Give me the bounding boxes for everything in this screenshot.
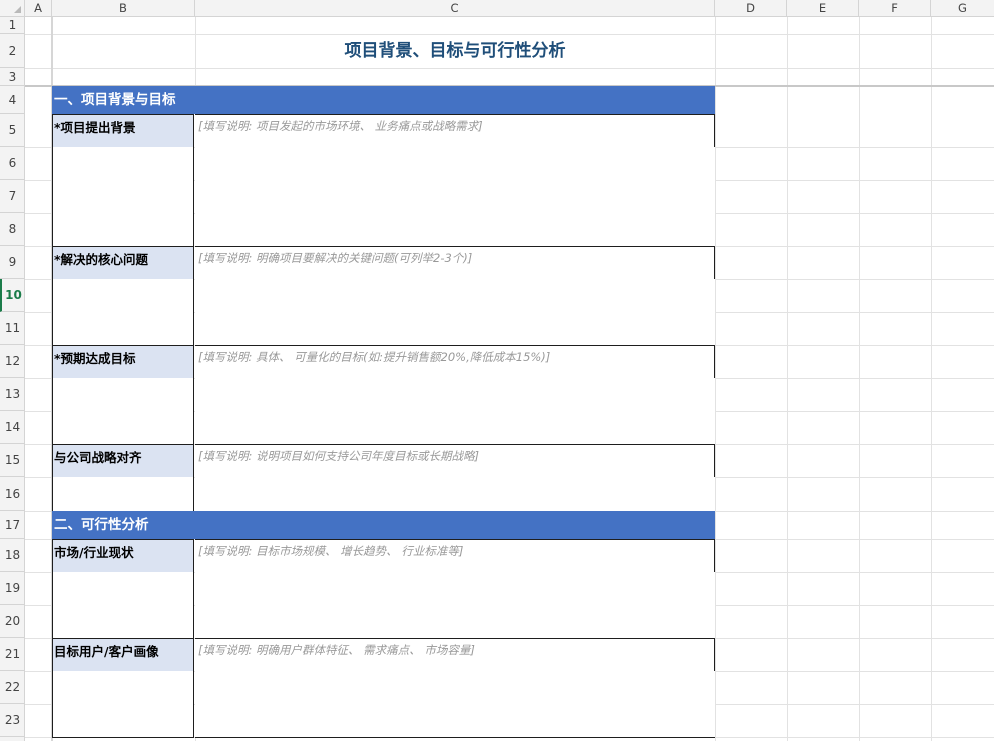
row-header-2[interactable]: 2 <box>0 34 25 68</box>
gridline-col-d <box>715 17 716 741</box>
select-all-triangle-icon <box>14 6 21 13</box>
row-header-7[interactable]: 7 <box>0 180 25 213</box>
row-header-23[interactable]: 23 <box>0 704 25 737</box>
row-header-22[interactable]: 22 <box>0 671 25 704</box>
label-cell-blank[interactable] <box>52 704 194 738</box>
row-header-19[interactable]: 19 <box>0 572 25 605</box>
row-header-3[interactable]: 3 <box>0 68 25 86</box>
row-header-13[interactable]: 13 <box>0 378 25 411</box>
gridline-col-f <box>859 17 860 741</box>
row-header-6[interactable]: 6 <box>0 147 25 180</box>
row-header-16[interactable]: 16 <box>0 477 25 511</box>
column-header-d[interactable]: D <box>715 0 787 16</box>
label-cell-blank[interactable] <box>52 180 194 214</box>
row-header-10[interactable]: 10 <box>0 279 25 312</box>
hint-strategy-alignment[interactable]: [填写说明: 说明项目如何支持公司年度目标或长期战略] <box>195 444 715 477</box>
row-header-1[interactable]: 1 <box>0 17 25 34</box>
field-label-project-background[interactable]: *项目提出背景 <box>52 114 194 148</box>
field-label-market-status[interactable]: 市场/行业现状 <box>52 539 194 573</box>
row-header-18[interactable]: 18 <box>0 539 25 572</box>
gridline-col-g <box>931 17 932 741</box>
column-header-g[interactable]: G <box>931 0 994 16</box>
row-header-15[interactable]: 15 <box>0 444 25 477</box>
label-cell-blank[interactable] <box>52 605 194 639</box>
page-title[interactable]: 项目背景、目标与可行性分析 <box>195 35 715 67</box>
field-label-strategy-alignment[interactable]: 与公司战略对齐 <box>52 444 194 478</box>
label-cell-blank[interactable] <box>52 213 194 247</box>
column-header-c[interactable]: C <box>195 0 715 16</box>
row-header-21[interactable]: 21 <box>0 638 25 671</box>
hint-target-users[interactable]: [填写说明: 明确用户群体特征、 需求痛点、 市场容量] <box>195 638 715 671</box>
hint-project-background[interactable]: [填写说明: 项目发起的市场环境、 业务痛点或战略需求] <box>195 114 715 147</box>
section-header-background-goals[interactable]: 一、项目背景与目标 <box>52 86 715 114</box>
field-label-core-problem[interactable]: *解决的核心问题 <box>52 246 194 280</box>
gridline-row <box>25 68 994 69</box>
row-header-5[interactable]: 5 <box>0 114 25 147</box>
hint-market-status[interactable]: [填写说明: 目标市场规模、 增长趋势、 行业标准等] <box>195 539 715 572</box>
row-header-20[interactable]: 20 <box>0 605 25 638</box>
label-cell-blank[interactable] <box>52 312 194 346</box>
label-cell-blank[interactable] <box>52 572 194 606</box>
label-cell-blank[interactable] <box>52 411 194 445</box>
section-header-feasibility[interactable]: 二、可行性分析 <box>52 511 715 539</box>
row-header-8[interactable]: 8 <box>0 213 25 246</box>
column-header-a[interactable]: A <box>25 0 52 16</box>
column-header-bar: A B C D E F G <box>0 0 994 17</box>
label-cell-blank[interactable] <box>52 147 194 181</box>
label-cell-blank[interactable] <box>52 378 194 412</box>
hint-expected-goals[interactable]: [填写说明: 具体、 可量化的目标(如:提升销售额20%,降低成本15%)] <box>195 345 715 378</box>
label-cell-blank[interactable] <box>52 477 194 511</box>
column-header-e[interactable]: E <box>787 0 859 16</box>
field-label-target-users[interactable]: 目标用户/客户画像 <box>52 638 194 672</box>
row-header-12[interactable]: 12 <box>0 345 25 378</box>
label-cell-blank[interactable] <box>52 279 194 313</box>
table-bottom-border <box>195 737 715 738</box>
column-header-f[interactable]: F <box>859 0 931 16</box>
row-header-bar: 1 2 3 4 5 6 7 8 9 10 11 12 13 14 15 16 1… <box>0 17 25 741</box>
row-header-17[interactable]: 17 <box>0 511 25 539</box>
gridline-col-e <box>787 17 788 741</box>
label-cell-blank[interactable] <box>52 671 194 705</box>
hint-core-problem[interactable]: [填写说明: 明确项目要解决的关键问题(可列举2-3个)] <box>195 246 715 279</box>
row-header-4[interactable]: 4 <box>0 86 25 114</box>
row-header-9[interactable]: 9 <box>0 246 25 279</box>
field-label-expected-goals[interactable]: *预期达成目标 <box>52 345 194 379</box>
row-header-11[interactable]: 11 <box>0 312 25 345</box>
column-header-b[interactable]: B <box>52 0 195 16</box>
select-all-corner[interactable] <box>0 0 25 16</box>
row-header-14[interactable]: 14 <box>0 411 25 444</box>
